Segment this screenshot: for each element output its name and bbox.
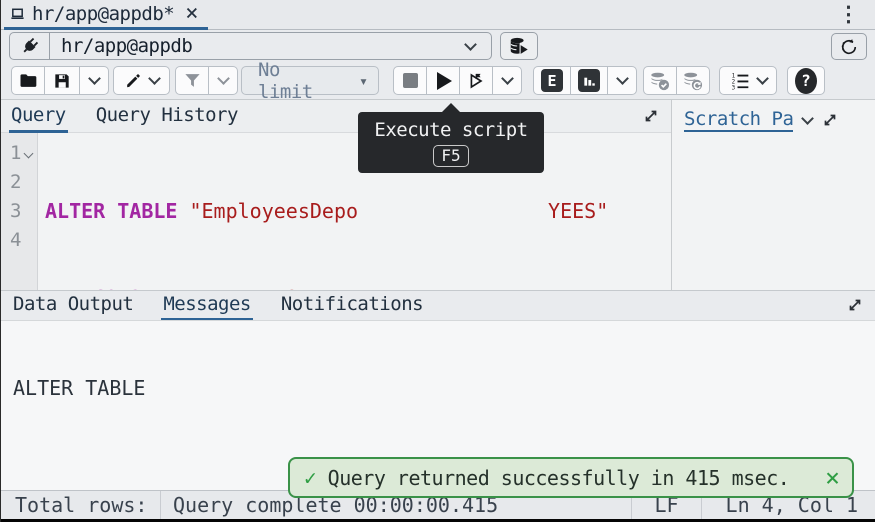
play-icon: [437, 72, 452, 90]
close-icon[interactable]: ×: [825, 465, 840, 490]
execute-script-button[interactable]: [426, 66, 460, 95]
tab-query[interactable]: Query: [9, 100, 68, 133]
line-number: 2: [1, 168, 37, 197]
rollback-icon: [682, 70, 704, 92]
check-icon: ✓: [304, 466, 317, 490]
chevron-down-icon: [148, 72, 161, 85]
tooltip-label: Execute script: [374, 119, 527, 141]
chevron-down-icon: [756, 72, 769, 85]
close-icon[interactable]: ×: [185, 3, 198, 25]
transaction-group: [643, 66, 710, 95]
line-number-gutter: 1 2 3 4: [1, 133, 38, 290]
explain-analyze-button[interactable]: [570, 66, 608, 95]
expand-icon[interactable]: [643, 108, 659, 124]
success-toast: ✓ Query returned successfully in 415 mse…: [288, 457, 854, 498]
execute-options-flag-button[interactable]: [459, 66, 493, 95]
chevron-down-icon: [464, 38, 477, 51]
chevron-down-icon: [501, 72, 514, 85]
kebab-menu-icon[interactable]: ⋮: [838, 2, 859, 26]
tab-notifications[interactable]: Notifications: [279, 291, 425, 321]
execute-script-tooltip: Execute script F5: [358, 112, 544, 173]
execute-dropdown-button[interactable]: [492, 66, 522, 95]
file-group: [11, 66, 109, 95]
scratch-pad-title[interactable]: Scratch Pa: [684, 108, 793, 132]
open-file-button[interactable]: [11, 66, 45, 95]
output-tab-row: Data Output Messages Notifications: [1, 290, 875, 320]
tab-data-output[interactable]: Data Output: [11, 291, 135, 321]
commit-button[interactable]: [643, 66, 677, 95]
sql-code-area[interactable]: ALTER TABLE"EmployeesDepoYEES" ADD CONST…: [39, 133, 671, 290]
filter-group: [175, 66, 238, 95]
query-tool-window: hr/app@appdb* × ⋮ hr/app@appdb: [0, 0, 875, 522]
connection-row: hr/app@appdb: [1, 30, 875, 62]
commit-icon: [649, 70, 671, 92]
chevron-down-icon: [88, 72, 101, 85]
toolbar: No limit ▾ E: [1, 62, 875, 100]
tab-query-history[interactable]: Query History: [94, 100, 240, 133]
expand-icon[interactable]: [822, 112, 838, 128]
message-line: ALTER TABLE: [13, 376, 875, 401]
line-number: 4: [1, 226, 37, 255]
editor-tab-row: Query Query History: [1, 100, 671, 133]
edit-group: [113, 66, 170, 95]
help-icon: ?: [795, 68, 817, 94]
stop-icon: [403, 73, 418, 88]
plug-connected-icon: [10, 33, 50, 59]
new-connection-button[interactable]: [500, 32, 538, 60]
database-play-icon: [508, 35, 530, 57]
toast-message: Query returned successfully in 415 msec.: [328, 466, 814, 490]
fold-chevron-icon[interactable]: [24, 149, 34, 159]
caret-down-icon: ▾: [359, 72, 368, 90]
filter-icon: [183, 71, 202, 90]
chevron-down-icon[interactable]: [802, 112, 815, 125]
row-limit-select[interactable]: No limit ▾: [241, 66, 379, 95]
execute-group: [393, 66, 522, 95]
document-tab-bar: hr/app@appdb* × ⋮: [1, 0, 875, 30]
chevron-down-icon: [217, 72, 230, 85]
explain-button[interactable]: E: [533, 66, 571, 95]
code-line-1: ALTER TABLE"EmployeesDepoYEES": [45, 197, 671, 226]
tab-title: hr/app@appdb*: [32, 3, 174, 25]
macros-group: 123: [719, 66, 777, 95]
expand-icon[interactable]: [847, 297, 863, 313]
query-editor-panel: Query Query History 1 2 3 4 ALTER TABLE"…: [1, 100, 671, 290]
pencil-icon: [124, 71, 143, 90]
auto-rollback-button[interactable]: [831, 33, 867, 60]
query-tool-icon: [10, 6, 25, 21]
tab-query-tool[interactable]: hr/app@appdb* ×: [4, 0, 208, 30]
svg-text:3: 3: [731, 85, 735, 91]
chevron-down-icon: [616, 72, 629, 85]
total-rows-label: Total rows:: [1, 493, 160, 517]
filter-button[interactable]: [175, 66, 209, 95]
save-options-button[interactable]: [79, 66, 109, 95]
connection-select[interactable]: hr/app@appdb: [9, 32, 492, 60]
limit-group: No limit ▾: [241, 66, 379, 95]
help-button[interactable]: ?: [787, 66, 825, 95]
bar-chart-icon: [578, 69, 600, 92]
explain-group: E: [533, 66, 637, 95]
scratch-pad-panel: Scratch Pa: [671, 100, 875, 290]
play-flag-icon: [466, 71, 486, 91]
tooltip-arrow: [442, 103, 460, 112]
explain-icon: E: [541, 69, 563, 92]
tab-messages[interactable]: Messages: [161, 291, 253, 321]
connection-name: hr/app@appdb: [50, 35, 466, 57]
ordered-list-icon: 123: [730, 71, 750, 91]
save-icon: [52, 71, 72, 91]
tooltip-shortcut-key: F5: [433, 145, 468, 167]
row-limit-value: No limit: [252, 59, 349, 103]
folder-icon: [18, 71, 38, 91]
help-group: ?: [787, 66, 825, 95]
line-number: 1: [1, 139, 37, 168]
explain-options-button[interactable]: [607, 66, 637, 95]
save-button[interactable]: [44, 66, 80, 95]
line-number: 3: [1, 197, 37, 226]
edit-button[interactable]: [113, 66, 170, 95]
filter-options-button[interactable]: [208, 66, 238, 95]
refresh-icon: [839, 37, 859, 57]
macros-button[interactable]: 123: [719, 66, 777, 95]
scratch-pad-header: Scratch Pa: [672, 100, 875, 132]
stop-button[interactable]: [393, 66, 427, 95]
rollback-button[interactable]: [676, 66, 710, 95]
